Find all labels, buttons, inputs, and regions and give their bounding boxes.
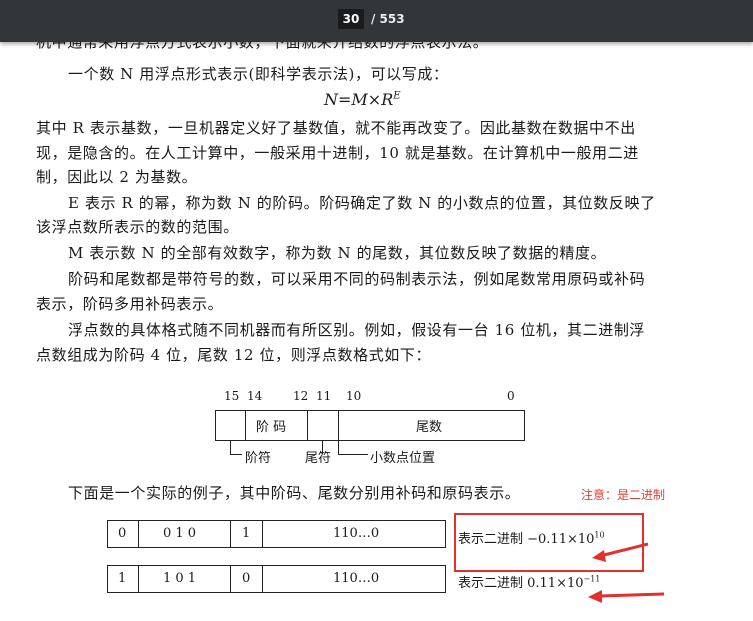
divider (230, 520, 231, 548)
label-man-sign: 尾符 (305, 451, 332, 466)
desc-text: 表示二进制 0.11×10 (458, 576, 584, 591)
text-line: 其中 R 表示基数，一旦机器定义好了基数值，就不能再改变了。因此基数在数据中不出 (36, 119, 636, 137)
exp-value: 0 1 0 (163, 526, 197, 541)
text-line: 浮点数的具体格式随不同机器而有所区别。例如，假设有一台 16 位机，其二进制浮 (68, 321, 646, 339)
formula-base: N=M×R (324, 90, 394, 109)
bit-label: 14 (247, 389, 263, 403)
text-line: 该浮点数所表示的数的范围。 (36, 218, 239, 236)
bit-label: 10 (346, 389, 362, 403)
document-page: 机中通常采用浮点方式表示小数，下面就来介绍数的浮点表示法。 一个数 N 用浮点形… (0, 0, 753, 621)
arrow-line-1 (599, 542, 649, 558)
text-line: 制，因此以 2 为基数。 (36, 168, 198, 186)
bit-label: 0 (507, 389, 515, 403)
page-indicator: / 553 (338, 9, 405, 29)
bit-label: 11 (316, 389, 332, 403)
divider (138, 565, 139, 593)
exp-sign: 1 (118, 571, 127, 586)
leader-line (230, 440, 231, 454)
annotation-note: 注意：是二进制 (581, 488, 666, 502)
arrow-head-2 (588, 590, 602, 603)
leader-line (230, 454, 242, 455)
text-line: 下面是一个实际的例子，其中阶码、尾数分别用补码和原码表示。 (68, 484, 521, 502)
example-box (107, 520, 446, 548)
leader-line (338, 440, 339, 454)
formula: N=M×RE (324, 90, 401, 109)
man-sign: 1 (242, 526, 251, 541)
field-exponent: 阶 码 (256, 420, 287, 435)
page-total: / 553 (371, 12, 405, 26)
example-box (107, 565, 446, 593)
divider (138, 520, 139, 548)
man-sign: 0 (242, 571, 251, 586)
field-mantissa: 尾数 (416, 420, 443, 435)
formula-exponent: E (393, 90, 401, 102)
bit-label: 12 (293, 389, 309, 403)
text-line: E 表示 R 的幂，称为数 N 的阶码。阶码确定了数 N 的小数点的位置，其位数… (68, 194, 656, 212)
divider (245, 410, 246, 441)
label-exp-sign: 阶符 (245, 451, 272, 466)
divider (262, 565, 263, 593)
arrow-head-1 (592, 550, 606, 562)
divider (230, 565, 231, 593)
text-line: M 表示数 N 的全部有效数字，称为数 N 的尾数，其位数反映了数据的精度。 (68, 244, 607, 262)
red-arrows (588, 542, 665, 603)
divider (307, 410, 308, 441)
exp-sign: 0 (118, 526, 127, 541)
leader-line (338, 454, 368, 455)
divider (262, 520, 263, 548)
man-value: 110…0 (333, 571, 380, 586)
text-line: 表示，阶码多用补码表示。 (36, 295, 224, 313)
page-number-input[interactable] (338, 9, 364, 29)
exp-value: 1 0 1 (163, 571, 197, 586)
bit-label: 15 (224, 389, 240, 403)
text-line: 一个数 N 用浮点形式表示(即科学表示法)，可以写成： (68, 65, 449, 83)
arrow-line-2 (599, 592, 665, 598)
divider (338, 410, 339, 441)
text-line: 点数组成为阶码 4 位，尾数 12 位，则浮点数格式如下： (36, 346, 432, 364)
text-line: 现，是隐含的。在人工计算中，一般采用十进制，10 就是基数。在计算机中一般用二进 (36, 144, 639, 162)
pdf-toolbar: / 553 (0, 0, 753, 42)
text-line: 阶码和尾数都是带符号的数，可以采用不同的码制表示法，例如尾数常用原码或补码 (68, 270, 646, 288)
label-point: 小数点位置 (370, 451, 436, 466)
man-value: 110…0 (333, 526, 380, 541)
